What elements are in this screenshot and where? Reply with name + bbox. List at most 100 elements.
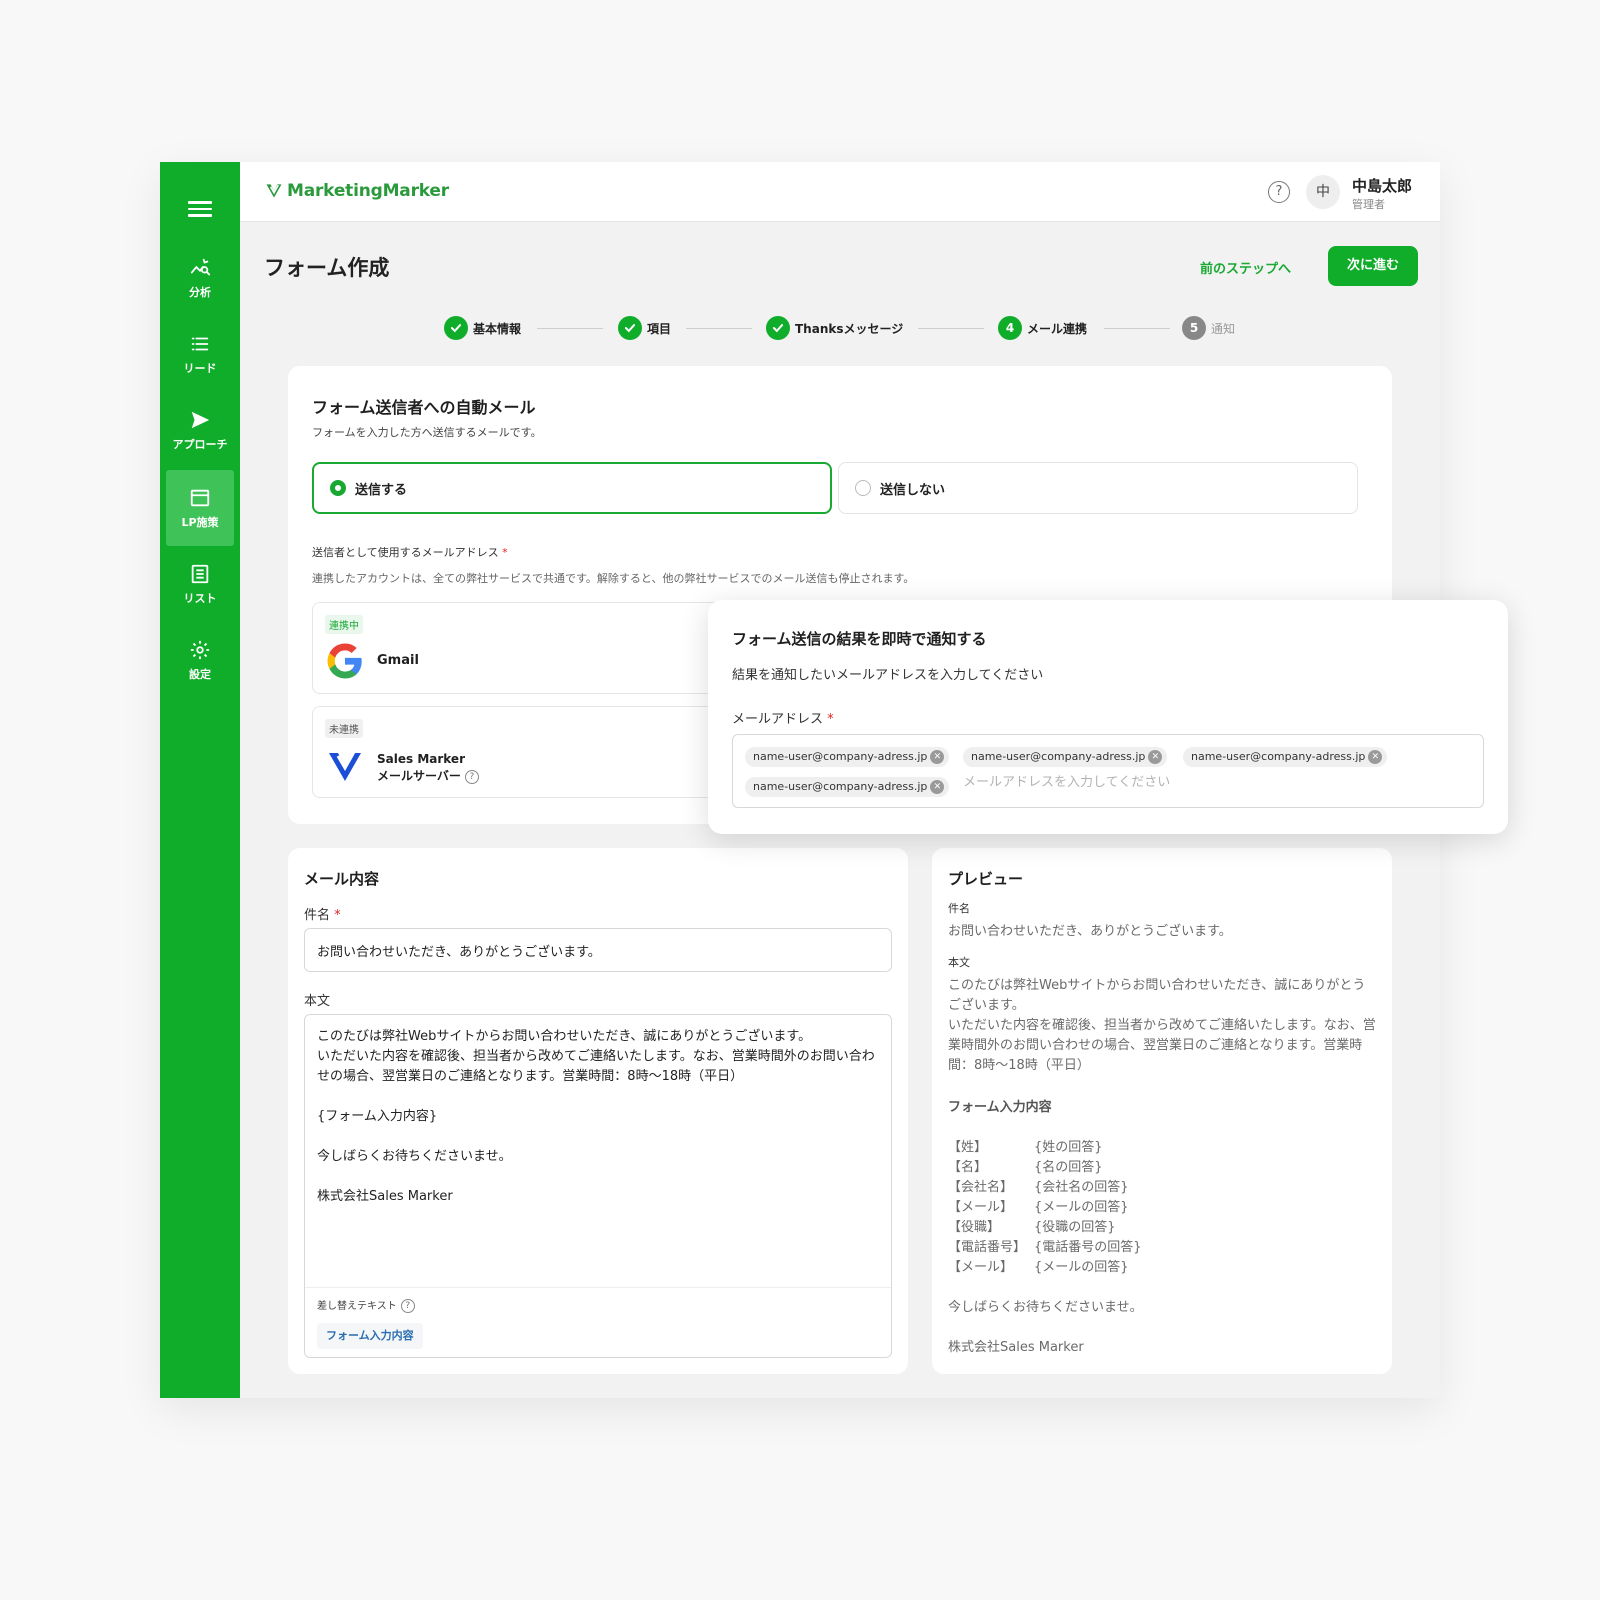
header: MarketingMarker ? 中 中島太郎 管理者 xyxy=(240,162,1440,222)
send-radio-option[interactable]: 送信する xyxy=(312,462,832,514)
insert-form-content-button[interactable]: フォーム入力内容 xyxy=(317,1323,423,1349)
preview-body-intro: このたびは弊社Webサイトからお問い合わせいただき、誠にありがとうございます。 … xyxy=(948,978,1376,1073)
page-title: フォーム作成 xyxy=(264,256,390,280)
step-basic-info[interactable]: 基本情報 xyxy=(444,316,521,340)
account-sales-marker[interactable]: 未連携 Sales Marker メールサーバー? xyxy=(312,706,732,798)
email-input[interactable] xyxy=(963,775,1463,790)
window-icon xyxy=(190,489,210,506)
send-radio-label: 送信する xyxy=(355,482,408,498)
sidebar-item-lp[interactable]: LP施策 xyxy=(166,470,234,546)
preview-body-label: 本文 xyxy=(948,956,970,969)
sidebar-item-label: 分析 xyxy=(189,285,211,299)
sidebar-item-leads[interactable]: リード xyxy=(166,316,234,392)
next-button[interactable]: 次に進む xyxy=(1328,246,1418,286)
account-name: Sales Marker メールサーバー? xyxy=(377,751,479,785)
preview-form-section: フォーム入力内容 xyxy=(948,1100,1052,1115)
email-chip[interactable]: name-user@company-adress.jp ✕ xyxy=(745,747,950,767)
sidebar: 分析 リード アプローチ LP施策 リスト 設定 xyxy=(160,162,240,1398)
notify-desc: 結果を通知したいメールアドレスを入力してください xyxy=(732,668,1044,683)
mail-content-card: メール内容 件名 * 本文 このたびは弊社Webサイトからお問い合わせいただき、… xyxy=(288,848,908,1374)
nosend-radio-option[interactable]: 送信しない xyxy=(838,462,1358,514)
remove-chip-icon[interactable]: ✕ xyxy=(1148,750,1163,764)
preview-subject: お問い合わせいただき、ありがとうございます。 xyxy=(948,924,1232,939)
sidebar-item-label: リスト xyxy=(183,591,217,605)
email-chip[interactable]: name-user@company-adress.jp ✕ xyxy=(963,747,1168,767)
preview-field-row: 【電話番号】 {電話番号の回答} xyxy=(948,1240,1142,1255)
sidebar-item-analytics[interactable]: 分析 xyxy=(166,240,234,316)
sidebar-item-approach[interactable]: アプローチ xyxy=(166,392,234,468)
sender-label: 送信者として使用するメールアドレス * xyxy=(312,546,508,559)
preview-field-row: 【メール】 {メールの回答} xyxy=(948,1260,1129,1275)
sidebar-item-list[interactable]: リスト xyxy=(166,546,234,622)
step-number: 4 xyxy=(998,316,1022,340)
preview-closing: 今しばらくお待ちくださいませ。 xyxy=(948,1300,1143,1315)
step-connector xyxy=(918,328,984,329)
account-gmail[interactable]: 連携中 Gmail xyxy=(312,602,732,694)
email-field-label: メールアドレス * xyxy=(732,712,834,727)
preview-field-row: 【会社名】 {会社名の回答} xyxy=(948,1180,1129,1195)
sidebar-item-settings[interactable]: 設定 xyxy=(166,622,234,698)
preview-card: プレビュー 件名 お問い合わせいただき、ありがとうございます。 本文 このたびは… xyxy=(932,848,1392,1374)
email-chip[interactable]: name-user@company-adress.jp ✕ xyxy=(1183,747,1388,767)
account-name: Gmail xyxy=(377,653,419,668)
google-icon xyxy=(327,643,362,679)
step-label: Thanksメッセージ xyxy=(795,321,904,336)
preview-field-row: 【メール】 {メールの回答} xyxy=(948,1200,1129,1215)
auto-mail-desc: フォームを入力した方へ送信するメールです。 xyxy=(312,426,542,439)
preview-subject-label: 件名 xyxy=(948,902,970,915)
radio-checked-icon xyxy=(330,480,346,496)
body-text[interactable]: このたびは弊社Webサイトからお問い合わせいただき、誠にありがとうございます。 … xyxy=(317,1027,879,1207)
radio-unchecked-icon xyxy=(855,480,871,496)
help-icon[interactable]: ? xyxy=(1268,181,1290,203)
check-icon xyxy=(618,316,642,340)
step-thanks-message[interactable]: Thanksメッセージ xyxy=(766,316,903,340)
status-badge: 未連携 xyxy=(325,719,363,738)
preview-field-row: 【名】 {名の回答} xyxy=(948,1160,1103,1175)
hamburger-icon[interactable] xyxy=(188,198,212,218)
check-icon xyxy=(766,316,790,340)
user-name[interactable]: 中島太郎 xyxy=(1352,175,1412,196)
list-icon xyxy=(191,337,209,350)
email-chip[interactable]: name-user@company-adress.jp ✕ xyxy=(745,777,950,797)
remove-chip-icon[interactable]: ✕ xyxy=(1368,750,1383,764)
step-number: 5 xyxy=(1182,316,1206,340)
avatar[interactable]: 中 xyxy=(1306,175,1340,209)
subject-input[interactable] xyxy=(304,928,892,972)
prev-step-button[interactable]: 前のステップへ xyxy=(1200,258,1291,277)
auto-mail-title: フォーム送信者への自動メール xyxy=(312,398,536,417)
notify-popup: フォーム送信の結果を即時で通知する 結果を通知したいメールアドレスを入力してくだ… xyxy=(708,600,1508,834)
required-mark: * xyxy=(502,546,508,559)
sidebar-item-label: 設定 xyxy=(189,667,211,681)
email-tag-field[interactable]: name-user@company-adress.jp ✕ name-user@c… xyxy=(732,734,1484,808)
required-mark: * xyxy=(827,712,834,727)
analytics-icon xyxy=(190,258,211,275)
remove-chip-icon[interactable]: ✕ xyxy=(930,780,945,794)
sidebar-item-label: リード xyxy=(183,361,217,375)
step-notify[interactable]: 5 通知 xyxy=(1182,316,1235,340)
subject-label: 件名 * xyxy=(304,908,341,923)
help-icon[interactable]: ? xyxy=(400,1299,415,1313)
step-items[interactable]: 項目 xyxy=(618,316,671,340)
send-icon xyxy=(191,411,210,428)
step-mail-link[interactable]: 4 メール連携 xyxy=(998,316,1087,340)
preview-field-row: 【役職】 {役職の回答} xyxy=(948,1220,1116,1235)
step-connector xyxy=(537,328,603,329)
step-label: 通知 xyxy=(1211,321,1236,336)
preview-title: プレビュー xyxy=(948,870,1024,888)
step-label: 基本情報 xyxy=(473,321,522,336)
table-icon xyxy=(191,564,209,583)
help-icon[interactable]: ? xyxy=(464,769,479,784)
notify-title: フォーム送信の結果を即時で通知する xyxy=(732,630,987,648)
step-connector xyxy=(1104,328,1170,329)
nosend-radio-label: 送信しない xyxy=(880,482,946,498)
user-role: 管理者 xyxy=(1352,198,1385,211)
body-editor[interactable]: このたびは弊社Webサイトからお問い合わせいただき、誠にありがとうございます。 … xyxy=(304,1014,892,1358)
remove-chip-icon[interactable]: ✕ xyxy=(930,750,945,764)
preview-signature: 株式会社Sales Marker xyxy=(948,1340,1084,1355)
step-connector xyxy=(686,328,752,329)
replace-text-label: 差し替えテキスト? xyxy=(317,1297,415,1313)
divider xyxy=(305,1287,891,1288)
gear-icon xyxy=(190,640,210,659)
sender-note: 連携したアカウントは、全ての弊社サービスで共通です。解除すると、他の弊社サービス… xyxy=(312,572,915,585)
logo[interactable]: MarketingMarker xyxy=(264,181,449,201)
